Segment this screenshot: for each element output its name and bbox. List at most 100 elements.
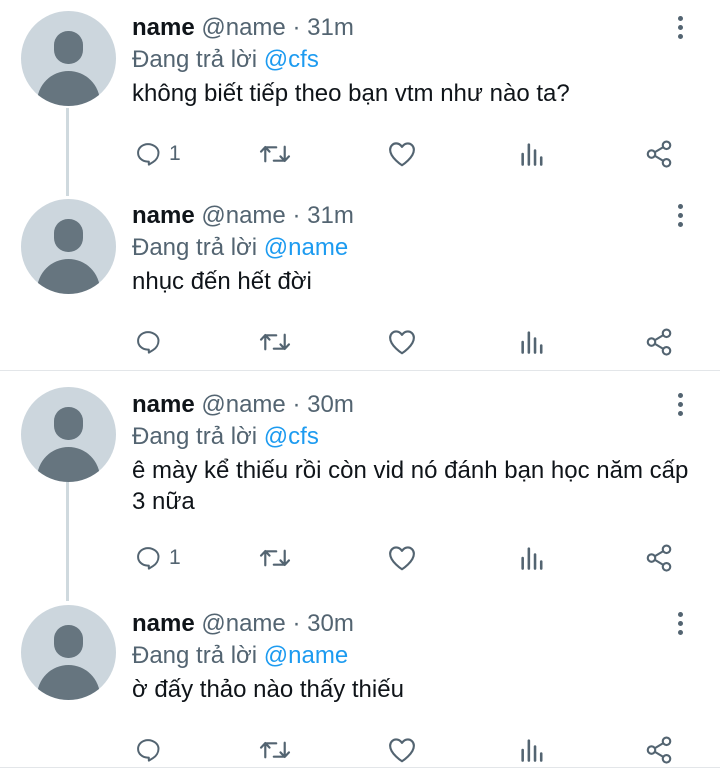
retweet-button[interactable] bbox=[258, 543, 292, 573]
like-icon bbox=[389, 546, 415, 571]
avatar[interactable] bbox=[21, 199, 116, 294]
replying-to-label: Đang trả lời bbox=[132, 234, 258, 261]
analytics-button[interactable] bbox=[519, 543, 545, 573]
tweet-text: nhục đến hết đời bbox=[132, 268, 312, 295]
share-button[interactable] bbox=[644, 735, 674, 765]
reply-icon bbox=[137, 547, 160, 570]
reply-icon bbox=[137, 331, 160, 354]
like-icon bbox=[389, 142, 415, 167]
replying-to: Đang trả lời @cfs bbox=[132, 421, 690, 453]
reply-button[interactable]: 1 bbox=[134, 543, 181, 573]
thread-connector-line bbox=[66, 479, 69, 601]
display-name[interactable]: name bbox=[132, 610, 195, 637]
analytics-button[interactable] bbox=[519, 327, 545, 357]
retweet-button[interactable] bbox=[258, 735, 292, 765]
mention-link[interactable]: @cfs bbox=[264, 46, 319, 73]
separator-dot: · bbox=[292, 14, 301, 41]
like-icon bbox=[389, 330, 415, 355]
timestamp[interactable]: 31m bbox=[307, 14, 354, 41]
replying-to: Đang trả lời @name bbox=[132, 640, 690, 672]
replying-to-label: Đang trả lời bbox=[132, 423, 258, 450]
analytics-button[interactable] bbox=[519, 139, 545, 169]
timestamp[interactable]: 30m bbox=[307, 610, 354, 637]
share-button[interactable] bbox=[644, 543, 674, 573]
tweet-header: name @name · 30m bbox=[132, 609, 690, 639]
reply-button[interactable] bbox=[134, 327, 169, 357]
tweet-header: name @name · 30m bbox=[132, 390, 690, 420]
share-icon bbox=[646, 328, 672, 356]
avatar[interactable] bbox=[21, 11, 116, 106]
tweet[interactable]: name @name · 31m Đang trả lời @name nhục… bbox=[0, 184, 720, 370]
user-handle[interactable]: @name bbox=[201, 610, 285, 637]
share-icon bbox=[646, 736, 672, 764]
retweet-button[interactable] bbox=[258, 139, 292, 169]
mention-link[interactable]: @cfs bbox=[264, 423, 319, 450]
replying-to-label: Đang trả lời bbox=[132, 642, 258, 669]
more-icon[interactable] bbox=[678, 393, 684, 419]
reply-count: 1 bbox=[169, 142, 181, 165]
user-handle[interactable]: @name bbox=[201, 391, 285, 418]
timestamp[interactable]: 31m bbox=[307, 202, 354, 229]
analytics-icon bbox=[521, 143, 543, 166]
reply-count: 1 bbox=[169, 546, 181, 569]
tweet-text: ờ đấy thảo nào thấy thiếu bbox=[132, 676, 404, 703]
tweet-text: ê mày kể thiếu rồi còn vid nó đánh bạn h… bbox=[132, 457, 689, 515]
tweet-content: name @name · 31m Đang trả lời @cfs không… bbox=[132, 13, 690, 109]
timestamp[interactable]: 30m bbox=[307, 391, 354, 418]
like-button[interactable] bbox=[387, 735, 417, 765]
analytics-icon bbox=[521, 331, 543, 354]
share-icon bbox=[646, 544, 672, 572]
more-icon[interactable] bbox=[678, 204, 684, 230]
user-handle[interactable]: @name bbox=[201, 14, 285, 41]
like-button[interactable] bbox=[387, 543, 417, 573]
retweet-icon bbox=[259, 145, 291, 163]
thread-connector-line bbox=[66, 108, 69, 196]
tweet[interactable]: name @name · 30m Đang trả lời @name ờ đấ… bbox=[0, 589, 720, 767]
like-button[interactable] bbox=[387, 139, 417, 169]
more-icon[interactable] bbox=[678, 612, 684, 638]
retweet-icon bbox=[259, 549, 291, 567]
tweet-actions bbox=[134, 735, 694, 765]
share-icon bbox=[646, 140, 672, 168]
tweet[interactable]: name @name · 31m Đang trả lời @cfs không… bbox=[0, 0, 720, 196]
share-button[interactable] bbox=[644, 139, 674, 169]
avatar[interactable] bbox=[21, 387, 116, 482]
tweet[interactable]: name @name · 30m Đang trả lời @cfs ê mày… bbox=[0, 371, 720, 601]
tweet-text: không biết tiếp theo bạn vtm như nào ta? bbox=[132, 80, 570, 107]
share-button[interactable] bbox=[644, 327, 674, 357]
retweet-icon bbox=[259, 741, 291, 759]
like-icon bbox=[389, 738, 415, 763]
tweet-content: name @name · 31m Đang trả lời @name nhục… bbox=[132, 201, 690, 297]
retweet-icon bbox=[259, 333, 291, 351]
replying-to: Đang trả lời @name bbox=[132, 232, 690, 264]
separator-dot: · bbox=[292, 202, 301, 229]
avatar[interactable] bbox=[21, 605, 116, 700]
display-name[interactable]: name bbox=[132, 202, 195, 229]
analytics-icon bbox=[521, 739, 543, 762]
reply-button[interactable]: 1 bbox=[134, 139, 181, 169]
tweet-header: name @name · 31m bbox=[132, 13, 690, 43]
tweet-actions: 1 bbox=[134, 543, 694, 573]
replying-to-label: Đang trả lời bbox=[132, 46, 258, 73]
analytics-button[interactable] bbox=[519, 735, 545, 765]
display-name[interactable]: name bbox=[132, 14, 195, 41]
tweet-content: name @name · 30m Đang trả lời @cfs ê mày… bbox=[132, 390, 690, 517]
tweet-content: name @name · 30m Đang trả lời @name ờ đấ… bbox=[132, 609, 690, 705]
retweet-button[interactable] bbox=[258, 327, 292, 357]
reply-icon bbox=[137, 143, 160, 166]
tweet-header: name @name · 31m bbox=[132, 201, 690, 231]
reply-thread: name @name · 31m Đang trả lời @cfs không… bbox=[0, 0, 720, 768]
separator-dot: · bbox=[292, 391, 301, 418]
display-name[interactable]: name bbox=[132, 391, 195, 418]
reply-button[interactable] bbox=[134, 735, 169, 765]
tweet-actions: 1 bbox=[134, 139, 694, 169]
like-button[interactable] bbox=[387, 327, 417, 357]
reply-icon bbox=[137, 739, 160, 762]
mention-link[interactable]: @name bbox=[264, 642, 348, 669]
user-handle[interactable]: @name bbox=[201, 202, 285, 229]
tweet-actions bbox=[134, 327, 694, 357]
mention-link[interactable]: @name bbox=[264, 234, 348, 261]
reply-group: name @name · 31m Đang trả lời @cfs không… bbox=[0, 0, 720, 370]
more-icon[interactable] bbox=[678, 16, 684, 42]
replying-to: Đang trả lời @cfs bbox=[132, 44, 690, 76]
